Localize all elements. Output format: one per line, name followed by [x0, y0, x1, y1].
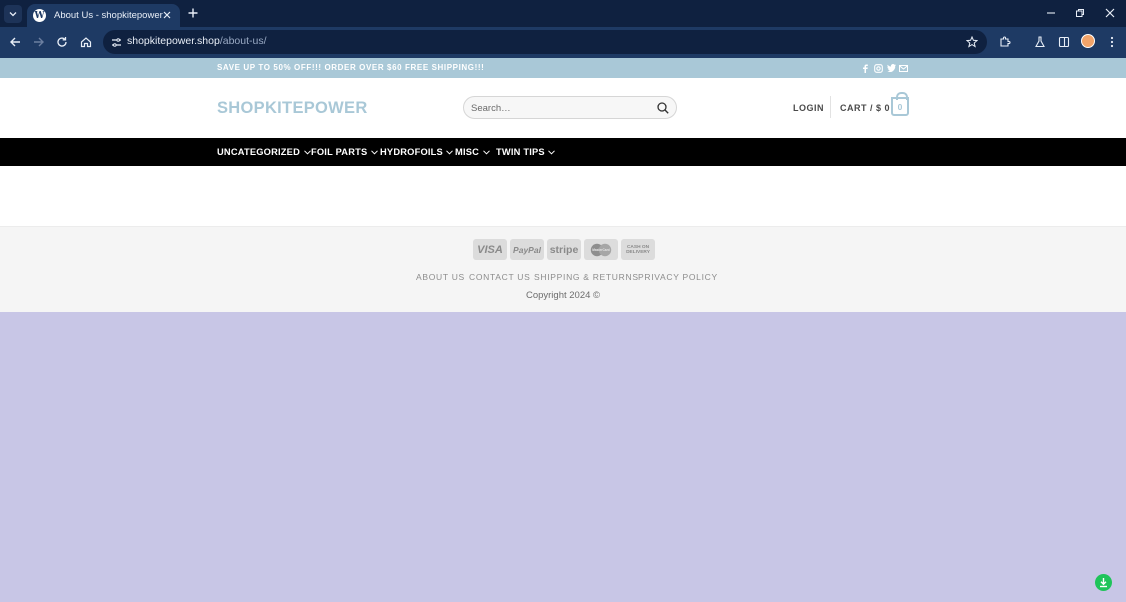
facebook-icon[interactable] [860, 63, 870, 73]
footer-link-contact-us[interactable]: CONTACT US [469, 272, 530, 282]
side-panel-icon[interactable] [1056, 34, 1072, 50]
tab-search-chevron-icon[interactable] [4, 5, 22, 23]
address-bar[interactable]: shopkitepower.shop/about-us/ [103, 30, 987, 54]
nav-item-uncategorized[interactable]: UNCATEGORIZED [217, 147, 311, 157]
reload-icon[interactable] [54, 34, 70, 50]
nav-item-twin-tips[interactable]: TWIN TIPS [496, 147, 556, 157]
cart-bag-icon[interactable]: 0 [891, 92, 909, 116]
restore-icon[interactable] [1072, 5, 1088, 21]
nav-item-misc[interactable]: MISC [455, 147, 490, 157]
chevron-down-icon [303, 148, 311, 156]
extensions-puzzle-icon[interactable] [997, 34, 1013, 50]
promo-text: SAVE UP TO 50% OFF!!! ORDER OVER $60 FRE… [217, 63, 485, 72]
chevron-down-icon [370, 148, 378, 156]
site-footer: VISA PayPal stripe MasterCard CASH ON DE… [0, 226, 1126, 312]
search-icon[interactable] [655, 100, 670, 115]
new-tab-plus-icon[interactable] [185, 5, 201, 21]
footer-link-privacy-policy[interactable]: PRIVACY POLICY [638, 272, 718, 282]
url-path: /about-us/ [219, 35, 267, 47]
twitter-icon[interactable] [886, 63, 896, 73]
bookmark-star-icon[interactable] [965, 35, 979, 49]
nav-item-hydrofoils[interactable]: HYDROFOILS [380, 147, 454, 157]
footer-link-shipping-returns[interactable]: SHIPPING & RETURNS [534, 272, 639, 282]
paypal-label: PayPal [513, 244, 541, 255]
browser-tab-bar: W About Us - shopkitepower [0, 0, 1126, 27]
visa-label: VISA [477, 243, 503, 256]
paypal-icon: PayPal [510, 239, 544, 260]
labs-flask-icon[interactable] [1032, 34, 1048, 50]
instagram-icon[interactable] [873, 63, 883, 73]
profile-avatar[interactable] [1081, 34, 1095, 48]
site-settings-icon[interactable] [109, 35, 123, 49]
cart-link[interactable]: CART / $ 0 [840, 103, 890, 113]
url-host: shopkitepower.shop [127, 35, 220, 47]
home-icon[interactable] [78, 34, 94, 50]
copyright-text: Copyright 2024 © [525, 290, 601, 301]
tab-title: About Us - shopkitepower [54, 10, 163, 21]
nav-item-label: HYDROFOILS [380, 147, 443, 157]
search-box [463, 96, 677, 119]
visa-icon: VISA [473, 239, 507, 260]
cart-count: 0 [897, 101, 903, 112]
browser-tab[interactable]: W About Us - shopkitepower [27, 4, 180, 27]
stripe-icon: stripe [547, 239, 581, 260]
url-text: shopkitepower.shop/about-us/ [127, 35, 267, 47]
mastercard-label: MasterCard [592, 248, 610, 252]
browser-toolbar: shopkitepower.shop/about-us/ [0, 27, 1126, 58]
nav-item-label: FOIL PARTS [311, 147, 368, 157]
cash-on-delivery-icon: CASH ON DELIVERY [621, 239, 655, 260]
promo-topbar: SAVE UP TO 50% OFF!!! ORDER OVER $60 FRE… [0, 58, 1126, 78]
main-nav: UNCATEGORIZED FOIL PARTS HYDROFOILS MISC… [0, 138, 1126, 166]
header-divider [830, 96, 831, 118]
login-link[interactable]: LOGIN [793, 103, 824, 113]
mastercard-icon: MasterCard [584, 239, 618, 260]
footer-link-about-us[interactable]: ABOUT US [416, 272, 465, 282]
mastercard-circles-icon: MasterCard [590, 243, 612, 256]
search-input[interactable] [471, 101, 651, 115]
nav-item-foil-parts[interactable]: FOIL PARTS [311, 147, 378, 157]
site-header: SHOPKITEPOWER LOGIN CART / $ 0 0 [0, 78, 1126, 138]
back-arrow-icon[interactable] [7, 34, 23, 50]
chevron-down-icon [548, 148, 556, 156]
chevron-down-icon [446, 148, 454, 156]
chevron-down-icon [482, 148, 490, 156]
window-close-icon[interactable] [1102, 5, 1118, 21]
email-icon[interactable] [898, 63, 908, 73]
nav-item-label: TWIN TIPS [496, 147, 545, 157]
stripe-label: stripe [549, 243, 579, 256]
page-content [0, 166, 1126, 226]
nav-item-label: UNCATEGORIZED [217, 147, 300, 157]
forward-arrow-icon[interactable] [31, 34, 47, 50]
more-menu-icon[interactable] [1104, 34, 1120, 50]
minimize-icon[interactable] [1043, 5, 1059, 21]
floating-download-icon[interactable] [1095, 574, 1112, 591]
page-background [0, 312, 1126, 602]
nav-item-label: MISC [455, 147, 480, 157]
tab-close-icon[interactable] [160, 8, 174, 22]
cash-on-delivery-label: CASH ON DELIVERY [626, 244, 650, 255]
wordpress-favicon-icon: W [33, 9, 46, 22]
site-logo[interactable]: SHOPKITEPOWER [217, 99, 368, 118]
